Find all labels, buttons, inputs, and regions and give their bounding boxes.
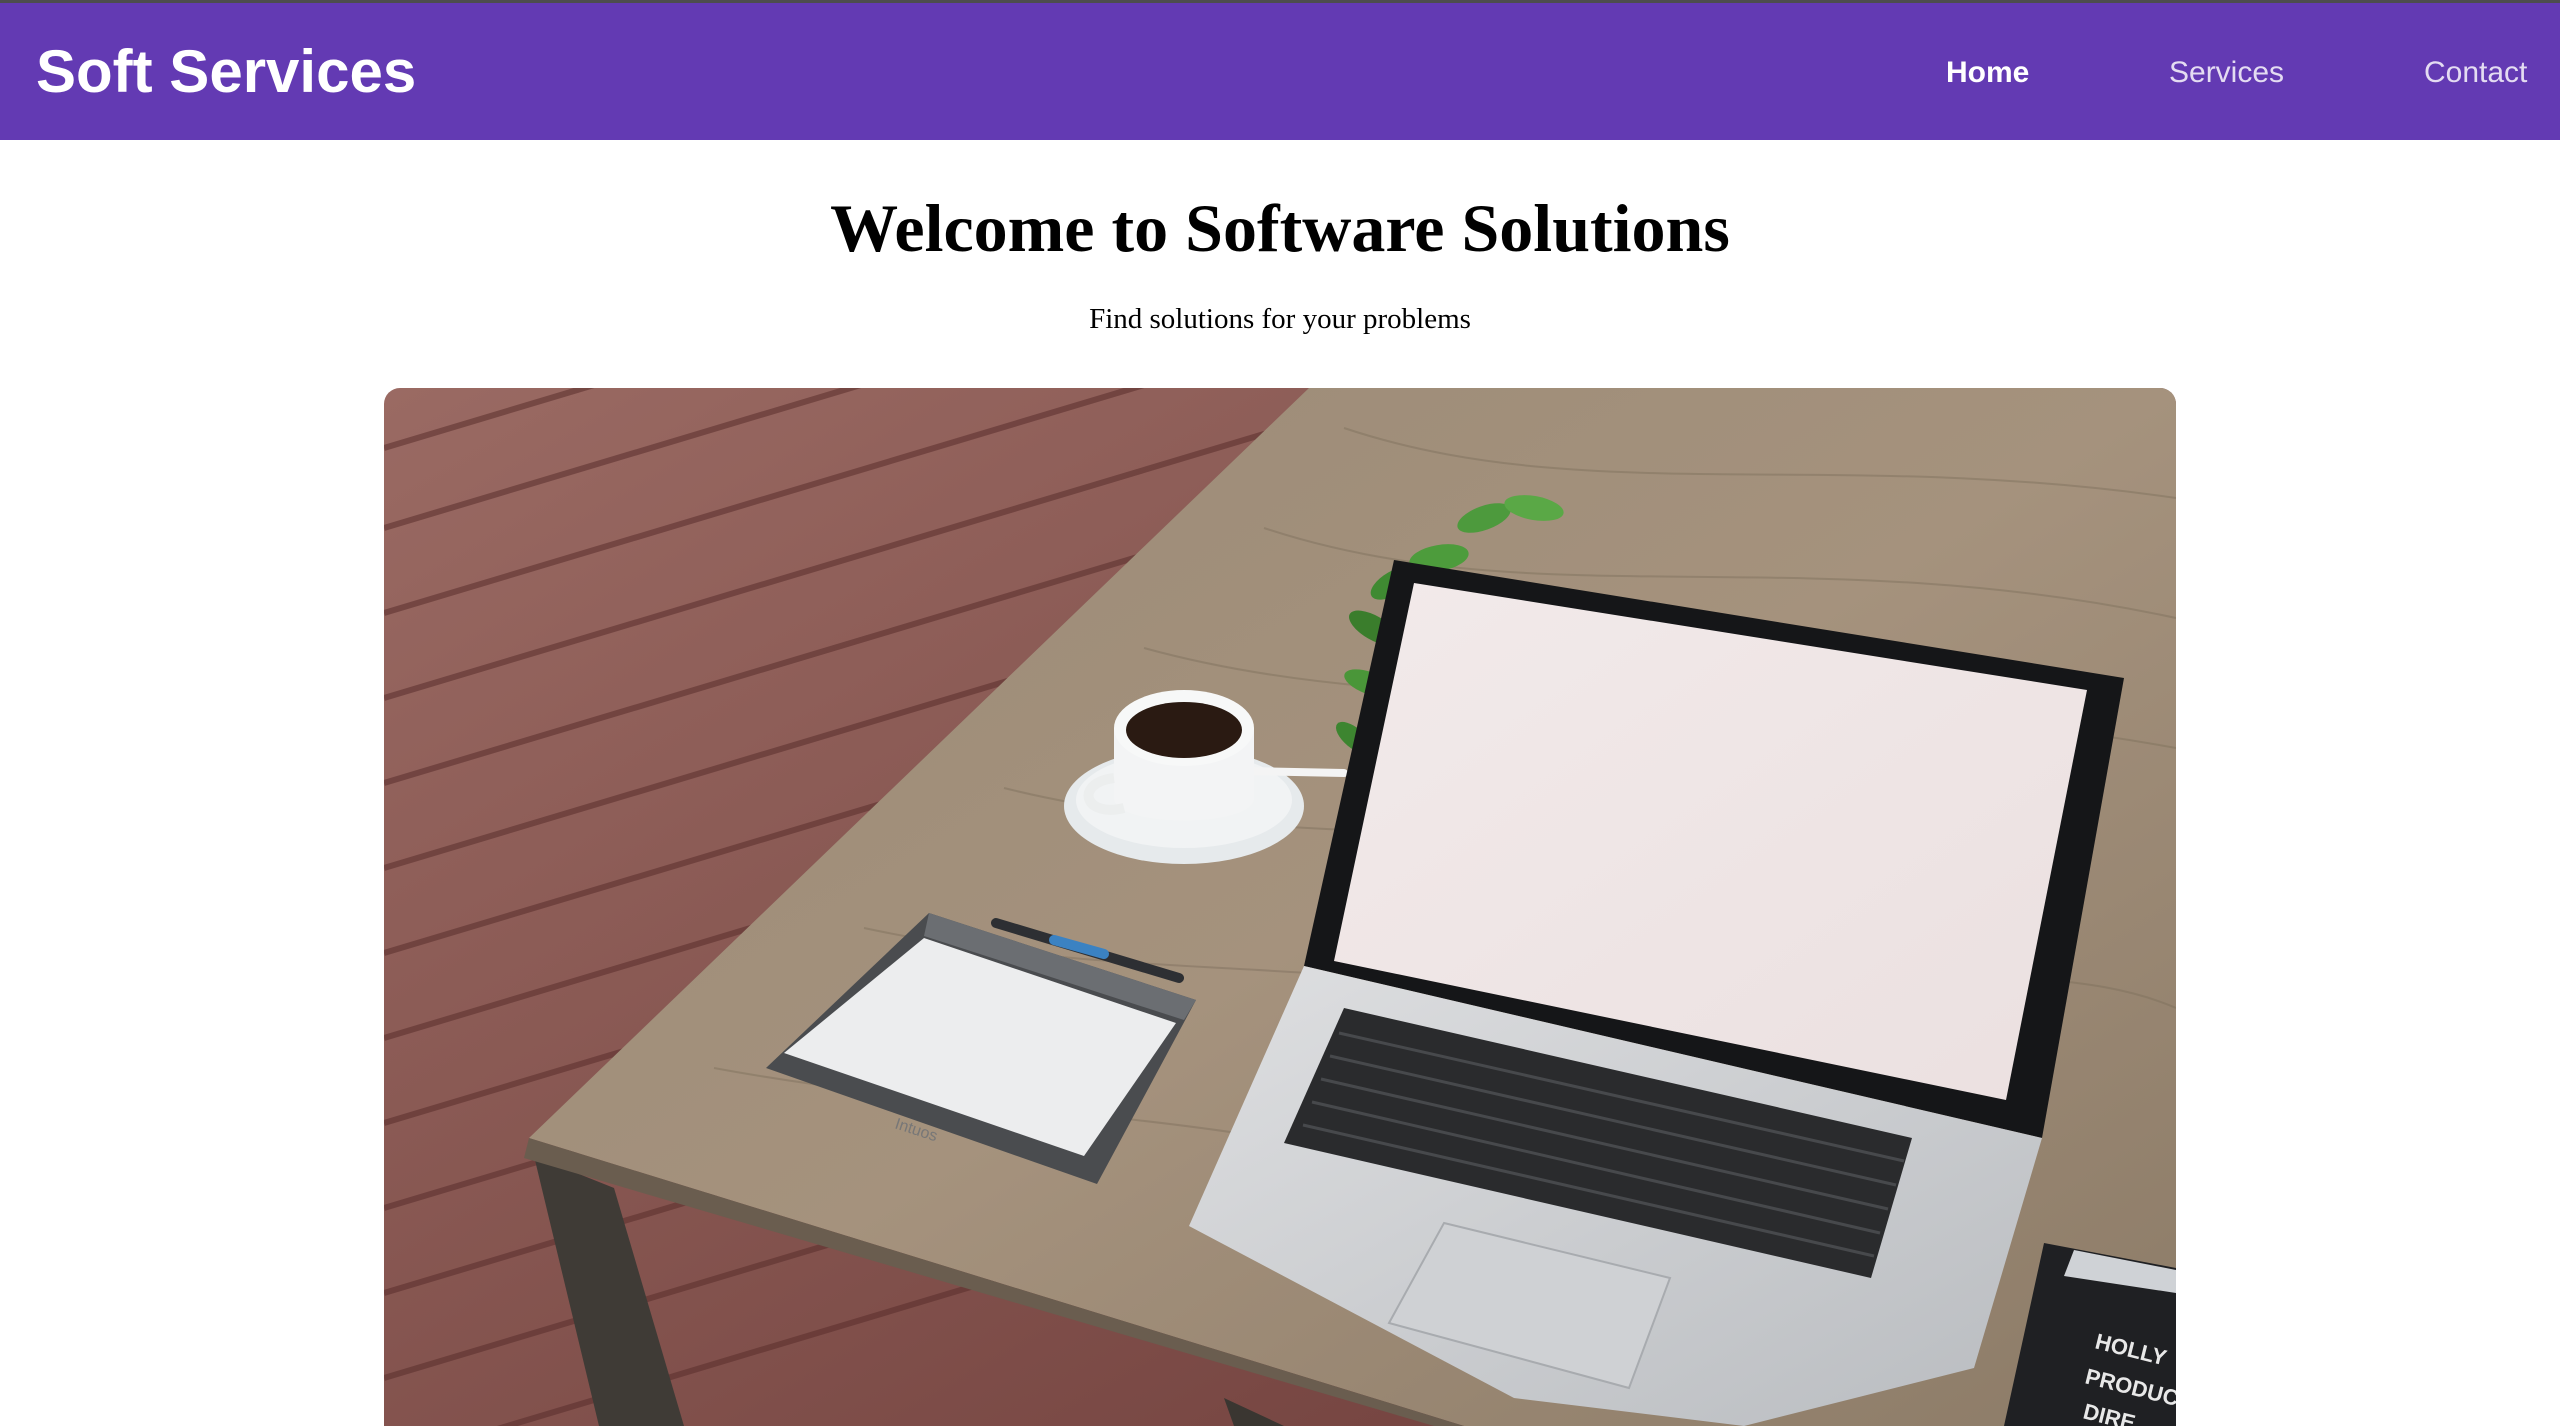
nav-link-home[interactable]: Home [1946,49,2029,97]
hero-image: Intuos HOLLY PRODUC DIRE [384,388,2176,1426]
brand-logo[interactable]: Soft Services [36,27,416,117]
nav-link-contact[interactable]: Contact [2424,49,2527,97]
page-title: Welcome to Software Solutions [830,190,1730,266]
page-subtitle: Find solutions for your problems [1089,303,1471,335]
navbar: Soft Services Home Services Contact [0,0,2560,140]
nav-link-services[interactable]: Services [2169,49,2284,97]
